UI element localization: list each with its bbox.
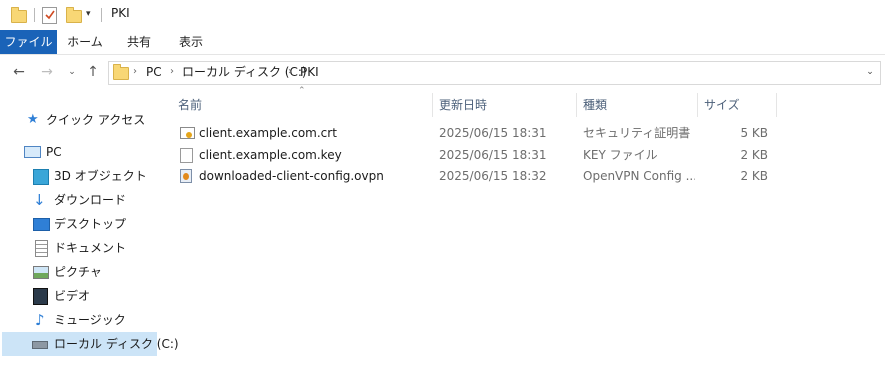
forward-button[interactable]: → [37,62,57,82]
column-divider[interactable] [776,93,777,117]
openvpn-config-icon [180,169,192,183]
document-icon [35,240,48,257]
tab-file[interactable]: ファイル [0,30,57,54]
breadcrumb-separator[interactable]: › [288,61,292,83]
pc-icon [24,146,41,158]
sidebar-item-pictures[interactable]: ピクチャ [0,260,157,284]
recent-locations-button[interactable]: ⌄ [62,62,82,82]
video-icon [33,288,48,305]
file-row[interactable]: client.example.com.key 2025/06/15 18:31 … [170,145,780,166]
column-header-date[interactable]: 更新日時 [433,93,576,117]
breadcrumb-pki[interactable]: PKI [300,61,319,83]
properties-icon[interactable] [42,7,57,24]
desktop-icon [33,218,50,231]
file-date: 2025/06/15 18:31 [439,126,547,140]
file-type: KEY ファイル [583,148,658,162]
drive-icon [32,341,48,349]
new-folder-icon[interactable] [66,7,82,23]
file-name[interactable]: downloaded-client-config.ovpn [199,166,384,187]
file-size: 2 KB [740,169,768,183]
column-header-type[interactable]: 種類 [577,93,697,117]
download-arrow-icon: ↓ [33,191,46,209]
file-name[interactable]: client.example.com.key [199,145,342,166]
pictures-icon [33,266,49,279]
sidebar-item-music[interactable]: ♪ ミュージック [0,308,157,332]
file-type: セキュリティ証明書 [583,126,691,140]
folder-icon [11,7,27,23]
sidebar-item-local-disk[interactable]: ローカル ディスク (C:) [2,332,179,356]
tab-view[interactable]: 表示 [165,30,217,54]
address-history-dropdown[interactable]: ⌄ [863,62,877,82]
tab-home[interactable]: ホーム [57,30,113,54]
sidebar-item-pc[interactable]: PC [0,140,157,164]
column-header-size[interactable]: サイズ [698,93,776,117]
sidebar-item-downloads[interactable]: ↓ ダウンロード [0,188,157,212]
file-size: 2 KB [740,148,768,162]
title-separator-2 [101,8,102,22]
back-button[interactable]: ← [9,62,29,82]
breadcrumb-pc[interactable]: PC [146,61,162,83]
file-row[interactable]: client.example.com.crt 2025/06/15 18:31 … [170,123,780,144]
music-note-icon: ♪ [35,311,45,329]
file-size: 5 KB [740,126,768,140]
up-button[interactable]: ↑ [83,62,103,82]
file-row[interactable]: downloaded-client-config.ovpn 2025/06/15… [170,166,780,187]
breadcrumb-separator[interactable]: › [133,61,137,83]
file-date: 2025/06/15 18:31 [439,148,547,162]
title-separator [34,8,35,22]
file-name[interactable]: client.example.com.crt [199,123,337,144]
3d-objects-icon [33,169,49,185]
breadcrumb-separator[interactable]: › [170,61,174,83]
sidebar-item-documents[interactable]: ドキュメント [0,236,157,260]
star-icon: ★ [27,112,39,127]
column-header-name[interactable]: 名前 [172,93,432,117]
blank-file-icon [180,148,193,163]
customize-toolbar-icon[interactable]: ▾ [86,9,91,19]
file-date: 2025/06/15 18:32 [439,169,547,183]
certificate-icon [180,127,195,139]
sidebar-item-desktop[interactable]: デスクトップ [0,212,157,236]
title-bar: ▾ PKI [0,0,885,30]
window-title: PKI [111,6,130,20]
file-type: OpenVPN Config ... [583,169,695,183]
sidebar-item-3d-objects[interactable]: 3D オブジェクト [0,164,157,188]
address-folder-icon [113,64,129,80]
sidebar-item-quick-access[interactable]: ★ クイック アクセス [0,108,157,132]
tab-share[interactable]: 共有 [113,30,165,54]
sidebar-item-videos[interactable]: ビデオ [0,284,157,308]
